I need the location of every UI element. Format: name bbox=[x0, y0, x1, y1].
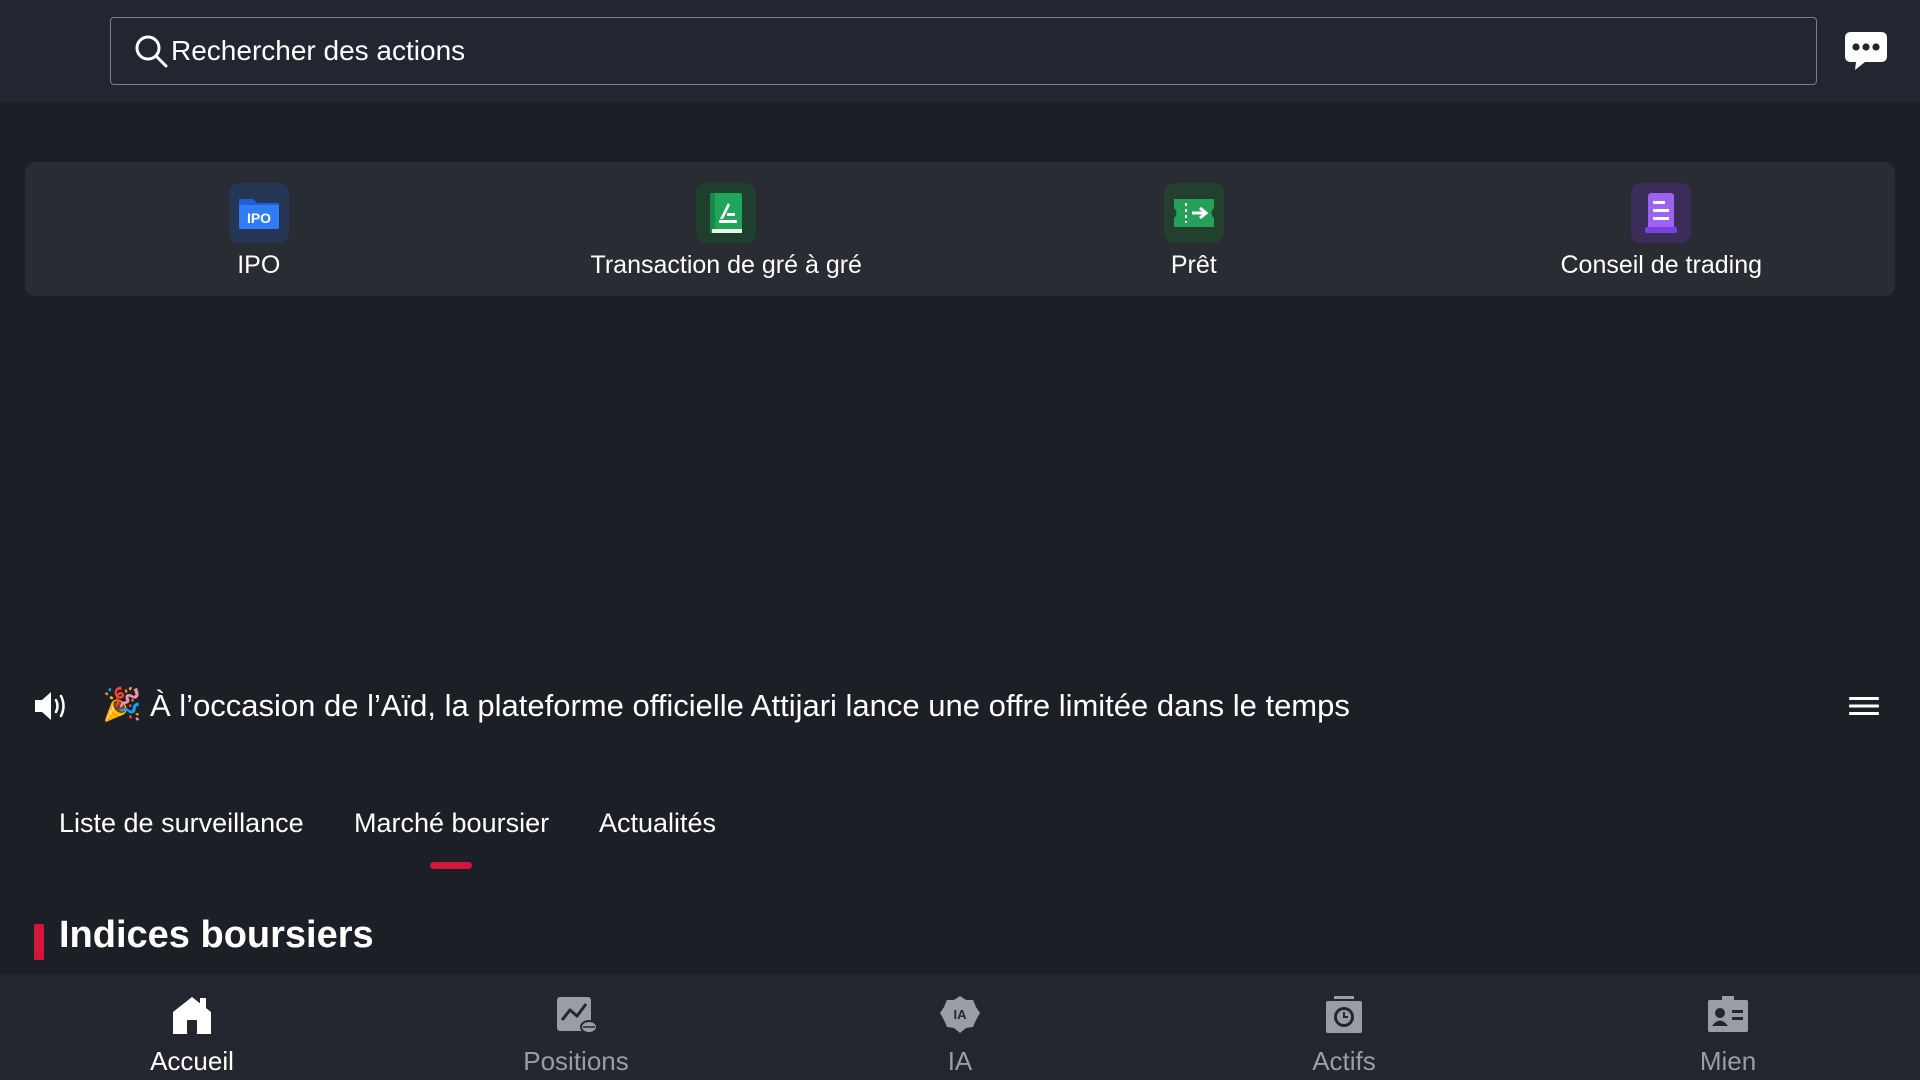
search-input[interactable] bbox=[171, 35, 1771, 67]
quick-action-label: Conseil de trading bbox=[1560, 251, 1762, 279]
profile-card-icon bbox=[1705, 992, 1751, 1038]
tab-stock-market[interactable]: Marché boursier bbox=[354, 808, 549, 839]
top-bar bbox=[0, 0, 1920, 102]
nav-item-profile[interactable]: Mien bbox=[1536, 975, 1920, 1080]
menu-button[interactable] bbox=[1848, 690, 1880, 722]
hamburger-menu-icon bbox=[1849, 697, 1879, 715]
assets-clock-icon bbox=[1321, 992, 1367, 1038]
ipo-icon: IPO bbox=[228, 183, 289, 243]
market-tabs: Liste de surveillance Marché boursier Ac… bbox=[0, 800, 1920, 872]
otc-book-icon bbox=[696, 183, 757, 243]
quick-action-label: IPO bbox=[237, 251, 281, 279]
app-page: IPO IPO Transaction de gré à gré bbox=[0, 0, 1920, 1080]
nav-label: Actifs bbox=[1312, 1046, 1376, 1076]
quick-action-label: Transaction de gré à gré bbox=[590, 251, 862, 279]
speaker-icon bbox=[32, 687, 70, 725]
nav-label: Positions bbox=[523, 1046, 629, 1076]
chat-bubble-icon bbox=[1845, 32, 1887, 70]
tab-news[interactable]: Actualités bbox=[599, 808, 716, 839]
nav-item-assets[interactable]: Actifs bbox=[1152, 975, 1536, 1080]
section-accent-bar bbox=[34, 924, 44, 960]
nav-item-ai[interactable]: IA IA bbox=[768, 975, 1152, 1080]
ai-badge-text: IA bbox=[954, 1007, 968, 1022]
ipo-icon-text: IPO bbox=[247, 210, 271, 226]
loan-ticket-icon bbox=[1163, 183, 1224, 243]
nav-label: Accueil bbox=[150, 1046, 234, 1076]
announcement-bar[interactable]: 🎉 À l’occasion de l’Aïd, la plateforme o… bbox=[0, 680, 1920, 732]
nav-label: Mien bbox=[1699, 1046, 1757, 1076]
positions-chart-icon bbox=[553, 992, 599, 1038]
advice-document-icon bbox=[1631, 183, 1692, 243]
search-box[interactable] bbox=[110, 17, 1817, 85]
quick-action-trading-advice[interactable]: Conseil de trading bbox=[1428, 162, 1896, 296]
ai-badge-icon: IA bbox=[937, 992, 983, 1038]
search-icon bbox=[131, 31, 171, 71]
quick-action-otc-transaction[interactable]: Transaction de gré à gré bbox=[493, 162, 961, 296]
bottom-navigation: Accueil Positions IA IA Actifs Mien bbox=[0, 975, 1920, 1080]
nav-item-home[interactable]: Accueil bbox=[0, 975, 384, 1080]
quick-action-label: Prêt bbox=[1170, 251, 1217, 279]
quick-actions-panel: IPO IPO Transaction de gré à gré Prêt Co… bbox=[25, 162, 1895, 296]
chat-button[interactable] bbox=[1843, 28, 1889, 74]
quick-action-loan[interactable]: Prêt bbox=[960, 162, 1428, 296]
tab-watchlist[interactable]: Liste de surveillance bbox=[59, 808, 304, 839]
quick-action-ipo[interactable]: IPO IPO bbox=[25, 162, 493, 296]
section-title: Indices boursiers bbox=[59, 914, 374, 956]
nav-item-positions[interactable]: Positions bbox=[384, 975, 768, 1080]
home-icon bbox=[169, 992, 215, 1038]
active-tab-indicator bbox=[430, 862, 472, 869]
party-popper-icon: 🎉 bbox=[102, 686, 142, 722]
announcement-text[interactable]: À l’occasion de l’Aïd, la plateforme off… bbox=[150, 688, 1350, 724]
nav-label: IA bbox=[947, 1046, 973, 1076]
